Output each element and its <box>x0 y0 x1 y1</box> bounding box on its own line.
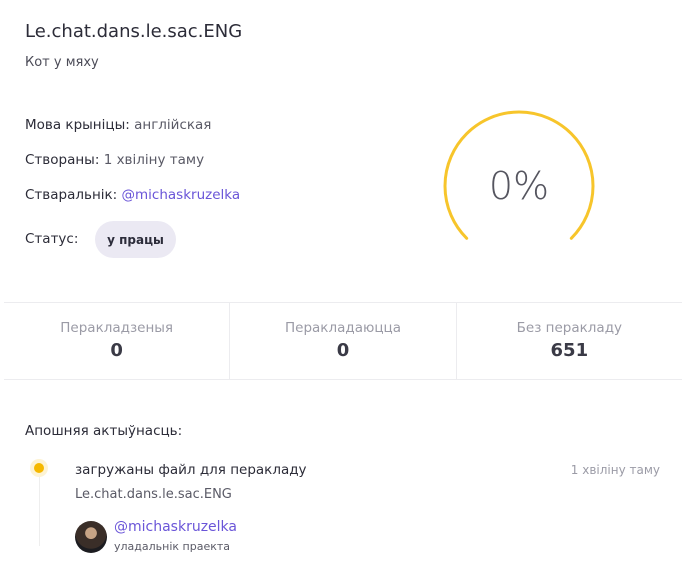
stat-in-progress: Перакладаюцца 0 <box>230 303 457 379</box>
stat-in-progress-label: Перакладаюцца <box>285 320 401 336</box>
activity-user-link[interactable]: @michaskruzelka <box>114 519 237 535</box>
author-row: Стваральнік: @michaskruzelka <box>25 187 240 203</box>
stats-bar: Перакладзеныя 0 Перакладаюцца 0 Без пера… <box>4 302 682 380</box>
stat-in-progress-value: 0 <box>336 340 350 361</box>
created-value: 1 хвіліну таму <box>103 152 205 168</box>
source-language-label: Мова крыніцы: <box>25 117 130 133</box>
status-label: Статус: <box>25 231 79 247</box>
created-label: Створаны: <box>25 152 100 168</box>
author-link[interactable]: @michaskruzelka <box>122 187 241 203</box>
activity-file-name: Le.chat.dans.le.sac.ENG <box>75 487 232 502</box>
timeline-line <box>39 476 40 546</box>
status-badge: у працы <box>95 221 176 258</box>
progress-percent: 0% <box>488 164 550 208</box>
stat-translated-value: 0 <box>110 340 123 361</box>
source-language-row: Мова крыніцы: англійская <box>25 117 211 133</box>
activity-title: загружаны файл для перакладу <box>75 462 307 478</box>
created-row: Створаны: 1 хвіліну таму <box>25 152 204 168</box>
activity-time: 1 хвіліну таму <box>570 463 660 477</box>
timeline-dot <box>34 463 44 473</box>
stat-untranslated-value: 651 <box>550 340 589 361</box>
stat-translated-label: Перакладзеныя <box>60 320 174 336</box>
activity-user-role: уладальнік праекта <box>114 540 231 553</box>
author-label: Стваральнік: <box>25 187 118 203</box>
project-subtitle: Кот у мяху <box>25 55 99 70</box>
avatar[interactable] <box>75 521 107 553</box>
stat-untranslated: Без перакладу 651 <box>457 303 682 379</box>
stat-untranslated-label: Без перакладу <box>516 320 623 336</box>
activity-heading: Апошняя актыўнасць: <box>25 423 183 439</box>
source-language-value: англійская <box>134 117 212 133</box>
project-title: Le.chat.dans.le.sac.ENG <box>25 21 243 42</box>
stat-translated: Перакладзеныя 0 <box>4 303 231 379</box>
